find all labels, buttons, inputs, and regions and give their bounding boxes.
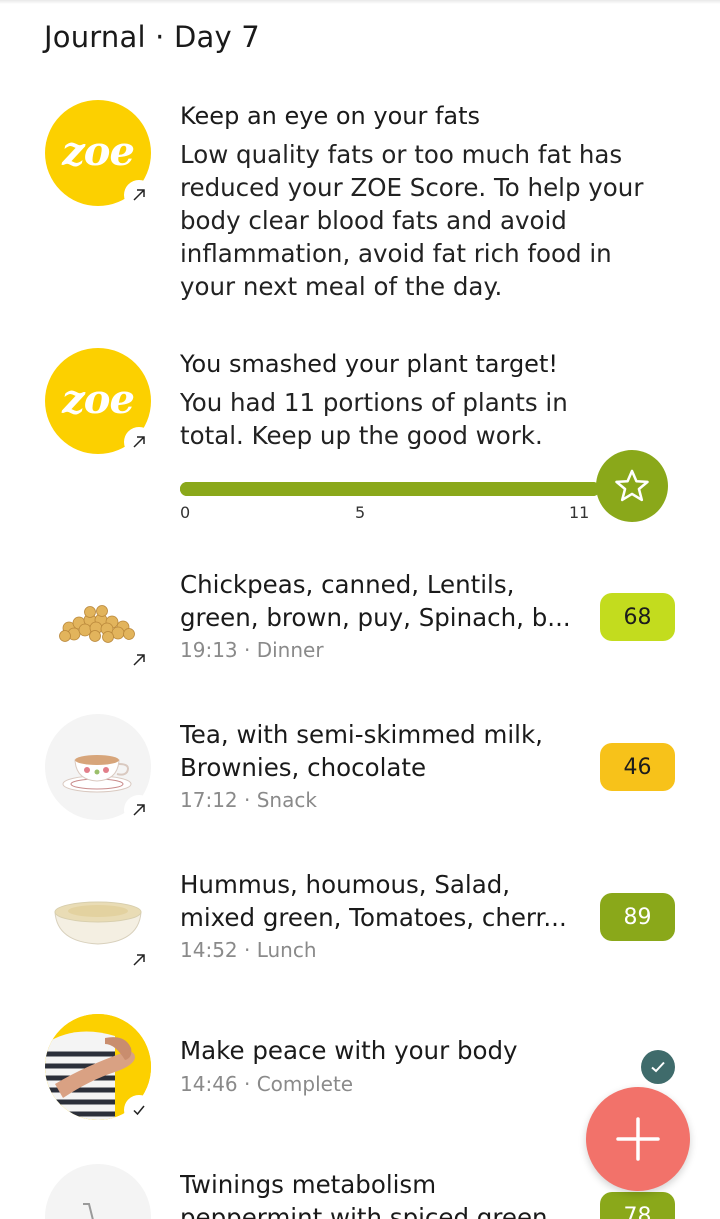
insight-title: Keep an eye on your fats xyxy=(180,102,481,130)
open-arrow-icon xyxy=(124,945,154,975)
score-badge: 89 xyxy=(600,893,675,941)
progress-tick-0: 0 xyxy=(180,503,191,522)
meal-title: Hummus, houmous, Salad, mixed green, Tom… xyxy=(180,868,580,934)
meal-title-line-2: green, brown, puy, Spinach, b... xyxy=(180,603,571,632)
meal-meta: 17:12 · Snack xyxy=(180,788,317,812)
score-badge: 78 xyxy=(600,1192,675,1219)
meal-meta: 14:52 · Lunch xyxy=(180,938,317,962)
plant-progress-fill xyxy=(180,482,600,496)
meal-title: Tea, with semi-skimmed milk, Brownies, c… xyxy=(180,718,580,784)
insight-body: Low quality fats or too much fat has red… xyxy=(180,140,644,301)
open-arrow-icon xyxy=(124,427,154,457)
meal-title: Chickpeas, canned, Lentils, green, brown… xyxy=(180,568,580,634)
insight-body: You had 11 portions of plants in total. … xyxy=(180,388,568,450)
open-arrow-icon xyxy=(124,180,154,210)
shopping-cart-icon xyxy=(45,1164,151,1219)
meal-title-line-1: Twinings metabolism xyxy=(180,1170,437,1199)
meal-title-line-2: peppermint with spiced green xyxy=(180,1203,548,1219)
score-badge: 46 xyxy=(600,743,675,791)
meal-meta: 19:13 · Dinner xyxy=(180,638,324,662)
zoe-logo: zoe xyxy=(62,127,135,175)
insight-title: You smashed your plant target! xyxy=(180,350,558,378)
plus-icon xyxy=(616,1117,660,1161)
meal-title: Twinings metabolism peppermint with spic… xyxy=(180,1168,580,1219)
progress-tick-11: 11 xyxy=(569,503,590,522)
meal-title-line-2: mixed green, Tomatoes, cherr... xyxy=(180,903,567,932)
meal-title-line-1: Chickpeas, canned, Lentils, xyxy=(180,570,515,599)
check-icon xyxy=(124,1095,154,1125)
open-arrow-icon xyxy=(124,645,154,675)
page-title: Journal · Day 7 xyxy=(44,20,260,54)
activity-title: Make peace with your body xyxy=(180,1036,518,1065)
zoe-logo: zoe xyxy=(62,375,135,423)
star-icon xyxy=(596,450,668,522)
status-shadow xyxy=(0,0,720,4)
meal-title-line-1: Hummus, houmous, Salad, xyxy=(180,870,511,899)
score-badge: 68 xyxy=(600,593,675,641)
plant-progress-bar xyxy=(180,482,600,496)
meal-title-line-1: Tea, with semi-skimmed milk, xyxy=(180,720,543,749)
add-entry-button[interactable] xyxy=(586,1087,690,1191)
open-arrow-icon xyxy=(124,795,154,825)
activity-meta: 14:46 · Complete xyxy=(180,1072,354,1096)
complete-check-icon[interactable] xyxy=(641,1050,675,1084)
meal-title-line-2: Brownies, chocolate xyxy=(180,753,427,782)
progress-tick-5: 5 xyxy=(355,503,366,522)
